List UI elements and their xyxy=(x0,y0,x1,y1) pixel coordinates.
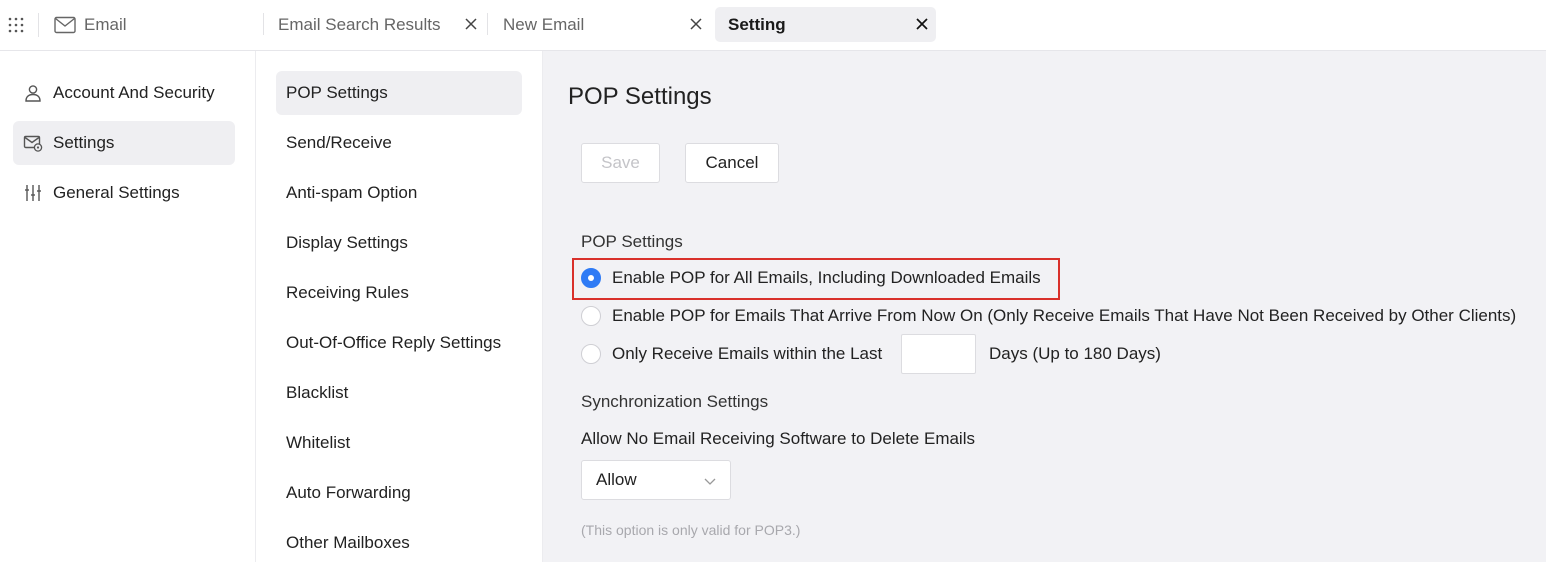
menu-item-label: Display Settings xyxy=(286,233,408,252)
pop-option-from-now-on[interactable]: Enable POP for Emails That Arrive From N… xyxy=(581,306,1516,326)
menu-item-label: Receiving Rules xyxy=(286,283,409,302)
close-icon[interactable] xyxy=(689,17,703,31)
sidebar-item-settings[interactable]: Settings xyxy=(13,121,235,165)
tab-label: New Email xyxy=(503,14,585,34)
pop-option-all-emails[interactable]: Enable POP for All Emails, Including Dow… xyxy=(581,268,1041,288)
pop-section-label: POP Settings xyxy=(581,232,683,251)
grid-dots-icon[interactable] xyxy=(7,16,25,34)
pop-option-within-last-days[interactable]: Only Receive Emails within the Last xyxy=(581,344,882,364)
mail-gear-icon xyxy=(23,133,43,153)
sidebar-item-account-and-security[interactable]: Account And Security xyxy=(13,71,235,115)
tab-new-email[interactable]: New Email xyxy=(488,7,710,42)
top-tab-bar: Email Email Search Results New Email Set… xyxy=(0,0,1546,51)
app-brand[interactable]: Email xyxy=(54,12,127,38)
tab-setting[interactable]: Setting xyxy=(715,7,936,42)
menu-item-out-of-office-reply[interactable]: Out-Of-Office Reply Settings xyxy=(276,321,522,365)
main-content: POP Settings Save Cancel POP Settings En… xyxy=(543,51,1546,562)
menu-item-other-mailboxes[interactable]: Other Mailboxes xyxy=(276,521,522,562)
menu-item-auto-forwarding[interactable]: Auto Forwarding xyxy=(276,471,522,515)
sidebar-item-label: General Settings xyxy=(53,183,180,202)
days-suffix: Days (Up to 180 Days) xyxy=(989,344,1161,363)
menu-item-label: POP Settings xyxy=(286,83,388,102)
menu-item-label: Auto Forwarding xyxy=(286,483,411,502)
tab-email-search-results[interactable]: Email Search Results xyxy=(263,7,485,42)
option-label: Only Receive Emails within the Last xyxy=(612,344,883,363)
divider xyxy=(38,13,39,37)
option-label: Enable POP for Emails That Arrive From N… xyxy=(612,306,1517,325)
tab-label: Email Search Results xyxy=(278,14,441,34)
sidebar-item-general-settings[interactable]: General Settings xyxy=(13,171,235,215)
sync-section-label: Synchronization Settings xyxy=(581,392,769,411)
sidebar-item-label: Settings xyxy=(53,133,115,152)
sidebar-item-label: Account And Security xyxy=(53,83,215,102)
menu-item-label: Blacklist xyxy=(286,383,349,402)
menu-item-send-receive[interactable]: Send/Receive xyxy=(276,121,522,165)
menu-item-pop-settings[interactable]: POP Settings xyxy=(276,71,522,115)
menu-item-receiving-rules[interactable]: Receiving Rules xyxy=(276,271,522,315)
radio-button[interactable] xyxy=(581,268,601,288)
user-icon xyxy=(23,83,43,103)
menu-item-blacklist[interactable]: Blacklist xyxy=(276,371,522,415)
chevron-down-icon xyxy=(703,474,717,488)
delete-permission-select[interactable]: Allow xyxy=(581,460,731,500)
sidebar: Account And Security Settings General Se… xyxy=(0,51,256,562)
close-icon[interactable] xyxy=(915,17,929,31)
menu-item-label: Other Mailboxes xyxy=(286,533,410,552)
app-name: Email xyxy=(84,15,127,34)
menu-item-label: Whitelist xyxy=(286,433,351,452)
menu-item-anti-spam-option[interactable]: Anti-spam Option xyxy=(276,171,522,215)
save-button[interactable]: Save xyxy=(581,143,660,183)
delete-permission-label: Allow No Email Receiving Software to Del… xyxy=(581,429,975,448)
pop3-note: (This option is only valid for POP3.) xyxy=(581,522,801,538)
radio-button[interactable] xyxy=(581,306,601,326)
menu-item-display-settings[interactable]: Display Settings xyxy=(276,221,522,265)
page-title: POP Settings xyxy=(568,83,712,110)
envelope-icon xyxy=(54,16,76,34)
cancel-button[interactable]: Cancel xyxy=(685,143,779,183)
days-input[interactable] xyxy=(901,334,976,374)
menu-item-label: Anti-spam Option xyxy=(286,183,418,202)
tab-label: Setting xyxy=(728,14,786,34)
menu-item-label: Out-Of-Office Reply Settings xyxy=(286,333,502,352)
menu-item-label: Send/Receive xyxy=(286,133,392,152)
menu-item-whitelist[interactable]: Whitelist xyxy=(276,421,522,465)
settings-menu: POP Settings Send/Receive Anti-spam Opti… xyxy=(256,51,543,562)
radio-button[interactable] xyxy=(581,344,601,364)
sliders-icon xyxy=(23,183,43,203)
option-label: Enable POP for All Emails, Including Dow… xyxy=(612,268,1041,287)
select-value: Allow xyxy=(596,470,637,489)
close-icon[interactable] xyxy=(464,17,478,31)
